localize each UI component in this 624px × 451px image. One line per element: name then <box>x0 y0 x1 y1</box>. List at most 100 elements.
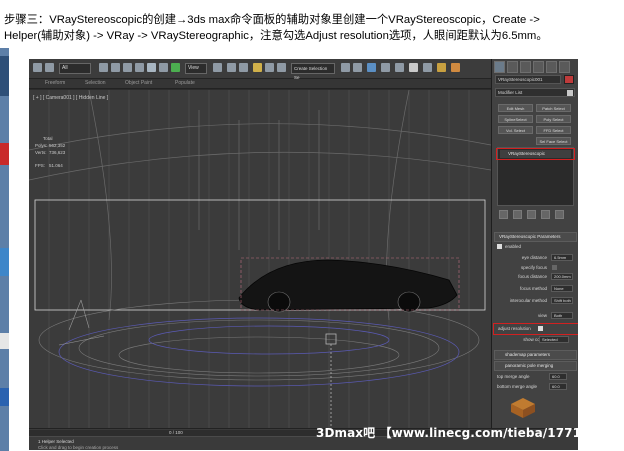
parameters-rollout-header[interactable]: VRayStereoscopic Parameters <box>494 232 577 242</box>
pivot-icon[interactable] <box>213 63 222 72</box>
modifier-list-dropdown[interactable]: Modifier List <box>495 88 575 97</box>
make-unique-icon[interactable] <box>527 210 536 219</box>
caption: 步骤三：VRayStereoscopic的创建→3ds max命令面板的辅助对象… <box>4 13 616 45</box>
create-tab-icon[interactable] <box>494 61 505 73</box>
top-merge-spinner[interactable]: 60.0 <box>549 373 567 380</box>
command-panel-tabs <box>492 61 578 74</box>
stats-fps: 51.064 <box>49 163 63 168</box>
render-frame-icon[interactable] <box>437 63 446 72</box>
show-end-result-icon[interactable] <box>513 210 522 219</box>
align-icon[interactable] <box>353 63 362 72</box>
focus-method-dropdown[interactable]: None <box>551 285 573 292</box>
viewport-label[interactable]: [ + ] [ Camera001 ] [ Hidden Line ] <box>33 95 108 101</box>
car-wireframe[interactable] <box>238 257 460 313</box>
specify-focus-checkbox[interactable] <box>552 265 557 270</box>
scale-icon[interactable] <box>171 63 180 72</box>
panoramic-rollout-header[interactable]: panoramic pole merging <box>494 361 577 371</box>
selection-filter-dropdown[interactable]: All <box>59 63 91 74</box>
select-manipulate-icon[interactable] <box>227 63 236 72</box>
specify-focus-label: specify focus <box>520 265 547 270</box>
stats-polys-label: Polys: <box>35 143 48 148</box>
show-cones-dropdown[interactable]: Selected <box>539 336 569 343</box>
configure-modifier-sets-icon[interactable] <box>555 210 564 219</box>
focus-method-row: focus method None <box>494 284 577 293</box>
bottom-merge-spinner[interactable]: 60.0 <box>549 383 567 390</box>
top-merge-label: top merge angle <box>497 374 530 379</box>
patch-select-button[interactable]: Patch Select <box>536 104 571 112</box>
ribbon-tab-populate[interactable]: Populate <box>175 80 195 86</box>
utilities-tab-icon[interactable] <box>559 61 570 73</box>
redo-icon[interactable] <box>45 63 54 72</box>
ribbon-tab-selection[interactable]: Selection <box>85 80 106 86</box>
display-tab-icon[interactable] <box>546 61 557 73</box>
spline-select-button[interactable]: SplineSelect <box>498 115 533 123</box>
view-row: view Both <box>494 311 577 320</box>
interocular-dropdown[interactable]: Shift both <box>551 297 573 304</box>
view-dropdown[interactable]: Both <box>551 312 573 319</box>
keyboard-shortcut-icon[interactable] <box>239 63 248 72</box>
viewport-statistics: Total Polys: 562,352 Verts: 736,623 FPS: 51… <box>35 135 65 169</box>
move-icon[interactable] <box>147 63 156 72</box>
bottom-merge-row: bottom merge angle 60.0 <box>494 382 577 391</box>
motion-tab-icon[interactable] <box>533 61 544 73</box>
named-selection-set[interactable]: Create Selection Se <box>291 63 335 80</box>
ffd-select-button[interactable]: FFD Select <box>536 126 571 134</box>
render-setup-icon[interactable] <box>423 63 432 72</box>
selection-status: 1 Helper Selected <box>38 439 74 444</box>
percent-snap-icon[interactable] <box>277 63 286 72</box>
pin-stack-icon[interactable] <box>499 210 508 219</box>
stereo-helper[interactable] <box>325 333 337 428</box>
undo-icon[interactable] <box>33 63 42 72</box>
hierarchy-tab-icon[interactable] <box>520 61 531 73</box>
mirror-icon[interactable] <box>341 63 350 72</box>
poly-select-button[interactable]: Poly Select <box>536 115 571 123</box>
vol-select-button[interactable]: Vol. Select <box>498 126 533 134</box>
show-cones-row: show cones Selected <box>494 335 577 344</box>
specify-focus-row: specify focus <box>494 263 577 272</box>
ribbon-tab-object-paint[interactable]: Object Paint <box>125 80 152 86</box>
ribbon-tab-freeform[interactable]: Freeform <box>45 80 65 86</box>
shademap-rollout-header[interactable]: shademap parameters <box>494 350 577 360</box>
angle-snap-icon[interactable] <box>265 63 274 72</box>
left-desktop-strip <box>0 48 9 451</box>
stats-fps-label: FPS: <box>35 163 46 168</box>
caption-line-1: 步骤三：VRayStereoscopic的创建→3ds max命令面板的辅助对象… <box>4 14 540 26</box>
stack-controls <box>497 209 574 221</box>
lamp-object <box>58 299 105 346</box>
material-editor-icon[interactable] <box>409 63 418 72</box>
edit-mesh-button[interactable]: Edit Mesh <box>498 104 533 112</box>
select-by-name-icon[interactable] <box>111 63 120 72</box>
object-color-swatch[interactable] <box>564 75 574 84</box>
watermark-text: 3Dmax吧 【www.linecg.com/tieba/1771】 <box>316 426 594 440</box>
top-merge-row: top merge angle 60.0 <box>494 372 577 381</box>
dropdown-arrow-icon <box>567 90 573 96</box>
select-object-icon[interactable] <box>99 63 108 72</box>
window-crossing-icon[interactable] <box>135 63 144 72</box>
rect-select-icon[interactable] <box>123 63 132 72</box>
reference-coordinate-dropdown[interactable]: View <box>185 63 207 74</box>
site-logo-icon <box>511 398 535 418</box>
ribbon-tabs: Freeform Selection Object Paint Populate <box>29 79 491 89</box>
layer-manager-icon[interactable] <box>367 63 376 72</box>
modify-tab-icon[interactable] <box>507 61 518 73</box>
curve-editor-icon[interactable] <box>381 63 390 72</box>
rotate-icon[interactable] <box>159 63 168 72</box>
eye-distance-spinner[interactable]: 6.5mm <box>551 254 573 261</box>
schematic-view-icon[interactable] <box>395 63 404 72</box>
command-panel: VRayStereoscopic001 Modifier List Edit M… <box>491 59 578 428</box>
camera-viewport[interactable]: [ + ] [ Camera001 ] [ Hidden Line ] Tota… <box>29 90 491 428</box>
snap-icon[interactable] <box>253 63 262 72</box>
enabled-checkbox[interactable] <box>497 244 502 249</box>
remove-modifier-icon[interactable] <box>541 210 550 219</box>
sel-face-select-button[interactable]: Sel Face Select <box>536 137 571 145</box>
stats-total: Total <box>43 136 53 141</box>
render-icon[interactable] <box>451 63 460 72</box>
enabled-row: enabled <box>494 242 577 251</box>
focus-distance-spinner[interactable]: 200.0mm <box>551 273 573 280</box>
adjust-resolution-highlight-box <box>493 323 578 335</box>
screenshot-page: 步骤三：VRayStereoscopic的创建→3ds max命令面板的辅助对象… <box>0 0 624 451</box>
interocular-row: interocular method Shift both <box>494 296 577 305</box>
max-window: All View Create Selection Se Freeform Se… <box>29 59 578 450</box>
bottom-merge-label: bottom merge angle <box>497 384 538 389</box>
object-name-field[interactable]: VRayStereoscopic001 <box>495 75 561 84</box>
